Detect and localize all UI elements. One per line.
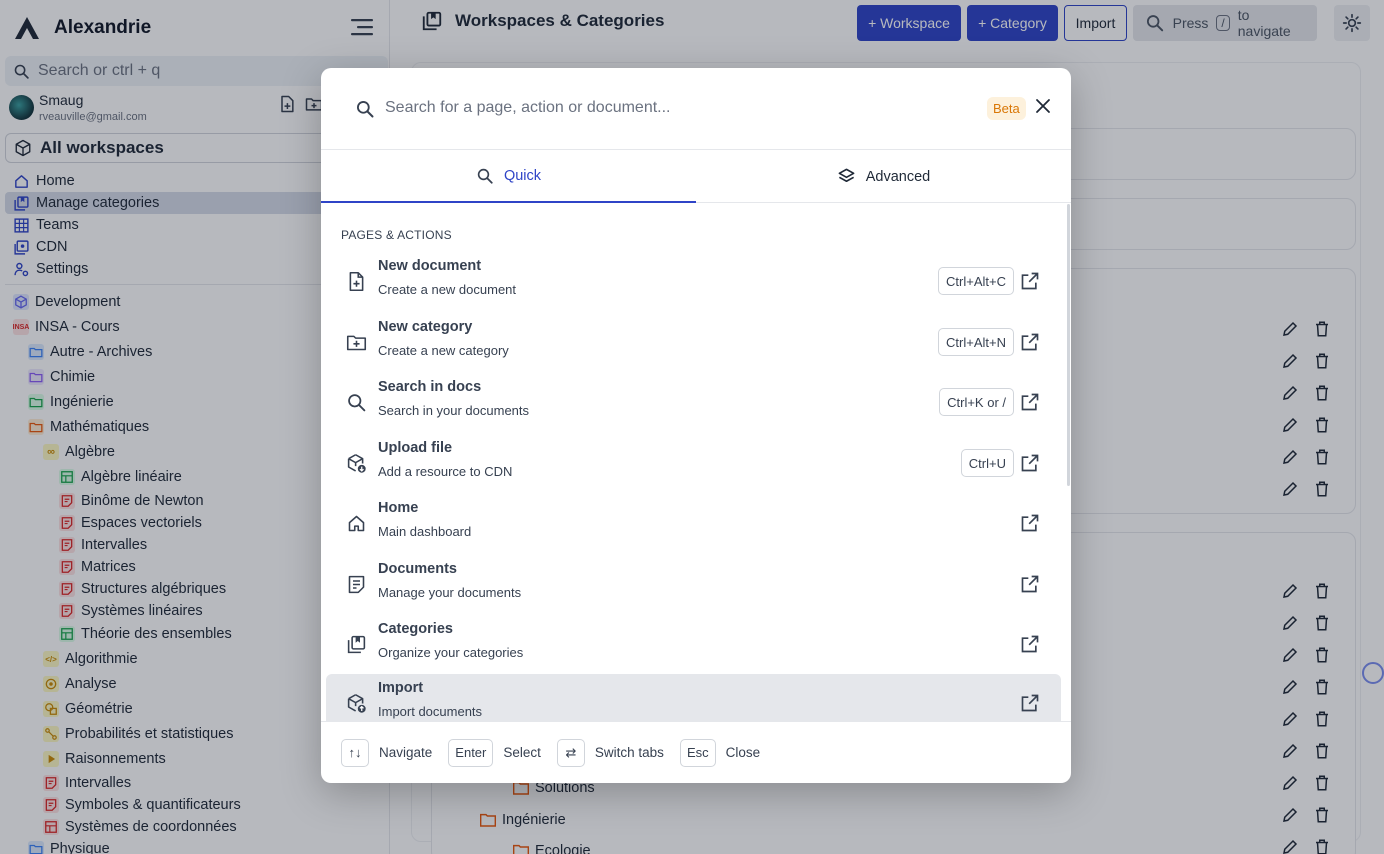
switch-tabs-label: Switch tabs [594,745,664,760]
external-link-icon[interactable] [1020,453,1040,473]
close-icon [1036,99,1050,113]
search-icon [477,168,493,184]
palette-item-home[interactable]: Home Main dashboard [326,494,1061,552]
esc-key: Esc [679,738,716,767]
upload-box-icon [347,454,366,473]
layers-icon [838,168,855,183]
palette-tabs: Quick Advanced [321,150,1071,203]
enter-key: Enter [448,738,494,767]
item-title: Categories [378,621,453,637]
palette-results: PAGES & ACTIONS New document Create a ne… [321,204,1071,721]
item-shortcut: Ctrl+K or / [939,388,1014,416]
item-description: Create a new category [378,343,509,358]
item-title: Import [378,680,424,696]
item-description: Organize your categories [378,645,524,660]
results-scrollbar[interactable] [1067,204,1070,486]
item-shortcut: Ctrl+Alt+N [938,328,1014,356]
item-title: Search in docs [378,379,482,395]
documents-icon [348,575,365,594]
item-shortcut: Ctrl+U [960,449,1014,477]
palette-search-bar: Beta [321,68,1071,150]
external-link-icon[interactable] [1020,392,1040,412]
external-link-icon[interactable] [1020,513,1040,533]
palette-footer: ↑↓ Navigate Enter Select ⇄ Switch tabs E… [321,721,1071,783]
item-title: Home [378,500,419,516]
section-label: PAGES & ACTIONS [341,228,452,242]
file-plus-icon [349,271,364,292]
external-link-icon[interactable] [1020,574,1040,594]
tab-advanced[interactable]: Advanced [696,150,1071,203]
palette-item-categories[interactable]: Categories Organize your categories [326,615,1061,673]
close-label: Close [725,745,761,760]
item-title: Upload file [378,440,453,456]
item-title: Documents [378,561,457,577]
item-description: Add a resource to CDN [378,464,513,479]
tab-label: Quick [503,167,542,184]
folder-plus-icon [346,335,367,351]
item-description: Search in your documents [378,403,530,418]
switch-tabs-key: ⇄ [556,738,585,767]
external-link-icon[interactable] [1020,634,1040,654]
external-link-icon[interactable] [1020,271,1040,291]
item-description: Manage your documents [378,585,522,600]
navigate-label: Navigate [379,745,433,760]
beta-badge: Beta [987,97,1026,120]
item-description: Create a new document [378,282,517,297]
item-title: New document [378,258,482,274]
palette-item-new-category[interactable]: New category Create a new category Ctrl+… [326,313,1061,371]
palette-item-documents[interactable]: Documents Manage your documents [326,555,1061,613]
item-title: New category [378,319,473,335]
palette-item-upload-file[interactable]: Upload file Add a resource to CDN Ctrl+U [326,434,1061,492]
item-description: Import documents [378,704,483,719]
close-button[interactable] [1031,94,1055,118]
external-link-icon[interactable] [1020,693,1040,713]
external-link-icon[interactable] [1020,332,1040,352]
command-palette: Beta Quick Advanced PAGES & ACTIONS New … [321,68,1071,783]
palette-search-input[interactable] [385,95,965,121]
tab-quick[interactable]: Quick [321,150,696,203]
tab-label: Advanced [865,168,931,185]
categories-icon [347,635,366,654]
palette-item-import[interactable]: Import Import documents [326,674,1061,721]
navigate-key: ↑↓ [341,738,369,767]
select-label: Select [503,745,541,760]
import-box-icon [347,694,366,713]
search-icon [357,101,374,118]
palette-item-search-in-docs[interactable]: Search in docs Search in your documents … [326,373,1061,431]
search-icon [348,394,366,412]
home-icon [348,515,365,532]
item-description: Main dashboard [378,524,472,539]
palette-item-new-document[interactable]: New document Create a new document Ctrl+… [326,252,1061,310]
item-shortcut: Ctrl+Alt+C [938,267,1014,295]
